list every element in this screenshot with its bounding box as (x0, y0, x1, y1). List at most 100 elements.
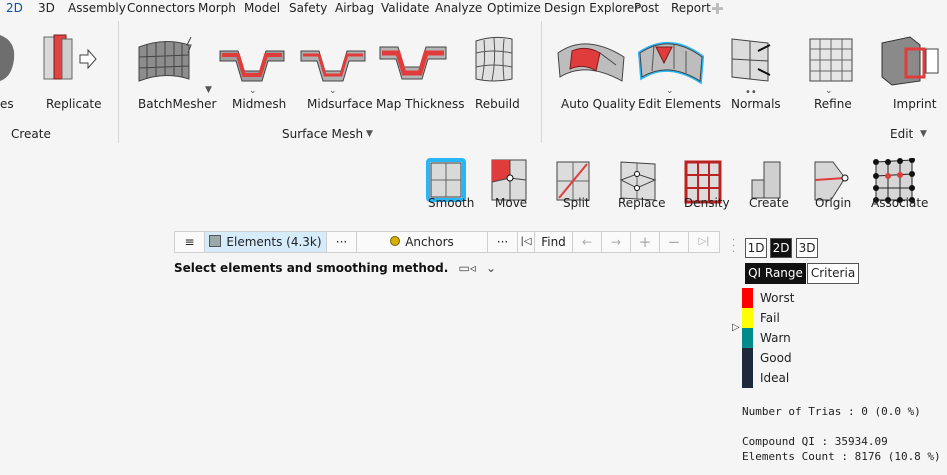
anchors-collector[interactable]: Anchors (357, 232, 488, 252)
map-thickness-label[interactable]: Map Thickness (376, 97, 464, 111)
associate-label[interactable]: Associate (871, 196, 928, 210)
first-icon[interactable]: |◁ (518, 232, 535, 252)
legend-swatch (742, 328, 753, 348)
menu-safety[interactable]: Safety (289, 1, 327, 15)
legend-swatch (742, 368, 753, 388)
menu-report[interactable]: Report (671, 1, 711, 15)
elements-count: Elements Count : 8176 (10.8 %) (742, 450, 941, 463)
add-tab-icon[interactable]: ✚ (711, 0, 724, 18)
batchmesher-icon[interactable] (137, 35, 197, 85)
create-element-label[interactable]: Create (749, 196, 789, 210)
replicate-label[interactable]: Replicate (46, 97, 102, 111)
dim-1d-button[interactable]: 1D (745, 238, 767, 258)
elements-options-button[interactable]: ··· (327, 232, 357, 252)
qi-range-tab[interactable]: QI Range (745, 263, 806, 284)
move-label[interactable]: Move (495, 196, 527, 210)
rebuild-label[interactable]: Rebuild (475, 97, 520, 111)
menu-assembly[interactable]: Assembly (68, 1, 126, 15)
anchor-dot-icon (390, 236, 401, 246)
imprint-icon[interactable] (880, 35, 940, 87)
auto-quality-icon[interactable] (556, 37, 626, 83)
menu-optimize[interactable]: Optimize (487, 1, 541, 15)
refine-icon[interactable] (808, 35, 854, 85)
normals-more-icon[interactable]: •• (745, 87, 757, 98)
drag-handle-icon[interactable]: ⁚ ⁚ (732, 239, 735, 255)
dim-2d-button[interactable]: 2D (770, 238, 792, 258)
trias-count: Number of Trias : 0 (0.0 %) (742, 405, 921, 418)
elements-collector[interactable]: Elements (4.3k) (205, 232, 327, 252)
midmesh-icon[interactable] (218, 37, 286, 83)
compound-qi: Compound QI : 35934.09 (742, 435, 888, 448)
legend-warn[interactable]: Warn (742, 328, 852, 348)
normals-icon[interactable] (728, 35, 776, 85)
video-icon[interactable]: ▭◃ (458, 261, 475, 275)
slider-marker-icon[interactable]: ▷ (732, 322, 740, 333)
legend-swatch (742, 288, 753, 308)
menu-3d[interactable]: 3D (38, 1, 55, 15)
instruction-text: Select elements and smoothing method. ▭◃… (174, 261, 497, 275)
elements-cube-icon (209, 235, 222, 247)
legend-fail[interactable]: Fail (742, 308, 852, 328)
legend-ideal[interactable]: Ideal (742, 368, 852, 388)
chevron-down-icon[interactable]: ⌄ (486, 261, 496, 275)
map-thickness-icon[interactable] (378, 37, 448, 83)
menu-2d[interactable]: 2D (6, 1, 23, 15)
ribbon-separator (541, 21, 542, 143)
edit-elements-label[interactable]: Edit Elements (638, 97, 721, 111)
legend-swatch (742, 348, 753, 368)
replace-label[interactable]: Replace (618, 196, 665, 210)
surface-mesh-group-label: Surface Mesh (282, 127, 364, 141)
selection-toolbar: ≡ Elements (4.3k) ··· Anchors ··· |◁ Fin… (174, 231, 720, 253)
edit-elements-icon[interactable] (634, 35, 708, 87)
partial-tool-icon[interactable] (0, 31, 16, 83)
surface-mesh-dropdown-icon[interactable]: ▼ (366, 129, 373, 139)
find-button[interactable]: Find (535, 232, 573, 252)
midsurface-dropdown-icon[interactable]: ⌄ (329, 86, 337, 96)
ribbon-separator (118, 21, 119, 143)
menu-bar: 2D 3D Assembly Connectors Morph Model Sa… (0, 0, 947, 18)
origin-label[interactable]: Origin (815, 196, 851, 210)
forward-arrow-icon[interactable]: → (602, 232, 631, 252)
menu-morph[interactable]: Morph (198, 1, 236, 15)
midmesh-label[interactable]: Midmesh (232, 97, 286, 111)
edit-group-dropdown-icon[interactable]: ▼ (920, 129, 927, 139)
refine-dropdown-icon[interactable]: ⌄ (825, 86, 833, 96)
normals-label[interactable]: Normals (731, 97, 781, 111)
menu-icon[interactable]: ≡ (175, 232, 205, 252)
legend-swatch (742, 308, 753, 328)
back-arrow-icon[interactable]: ← (573, 232, 602, 252)
midmesh-dropdown-icon[interactable]: ⌄ (249, 86, 257, 96)
remove-icon[interactable]: − (660, 232, 689, 252)
auto-quality-label[interactable]: Auto Quality (561, 97, 636, 111)
refine-label[interactable]: Refine (814, 97, 852, 111)
batchmesher-label[interactable]: BatchMesher (138, 97, 216, 111)
menu-connectors[interactable]: Connectors (127, 1, 195, 15)
imprint-label[interactable]: Imprint (893, 97, 936, 111)
ribbon: es Replicate Create BatchMesher ▼ Midmes… (0, 17, 947, 145)
midsurface-icon[interactable] (299, 37, 367, 83)
menu-validate[interactable]: Validate (381, 1, 429, 15)
menu-model[interactable]: Model (244, 1, 280, 15)
menu-airbag[interactable]: Airbag (335, 1, 374, 15)
partial-tool-label: es (0, 97, 14, 111)
density-label[interactable]: Density (684, 196, 730, 210)
menu-analyze[interactable]: Analyze (435, 1, 482, 15)
create-group-label: Create (11, 127, 51, 141)
replicate-icon[interactable] (40, 33, 98, 85)
criteria-tab[interactable]: Criteria (807, 263, 859, 284)
last-icon[interactable]: ▷| (689, 232, 719, 252)
midsurface-label[interactable]: Midsurface (307, 97, 373, 111)
menu-design-explorer[interactable]: Design Explorer (544, 1, 639, 15)
legend-good[interactable]: Good (742, 348, 852, 368)
smooth-label[interactable]: Smooth (428, 196, 474, 210)
rebuild-icon[interactable] (472, 35, 516, 85)
batchmesher-dropdown-icon[interactable]: ▼ (205, 85, 212, 95)
edit-elements-dropdown-icon[interactable]: ⌄ (666, 86, 674, 96)
split-label[interactable]: Split (563, 196, 590, 210)
menu-post[interactable]: Post (634, 1, 659, 15)
anchors-options-button[interactable]: ··· (488, 232, 518, 252)
legend-worst[interactable]: Worst (742, 288, 852, 308)
dim-3d-button[interactable]: 3D (796, 238, 818, 258)
add-icon[interactable]: + (631, 232, 660, 252)
edit-group-label: Edit (890, 127, 914, 141)
